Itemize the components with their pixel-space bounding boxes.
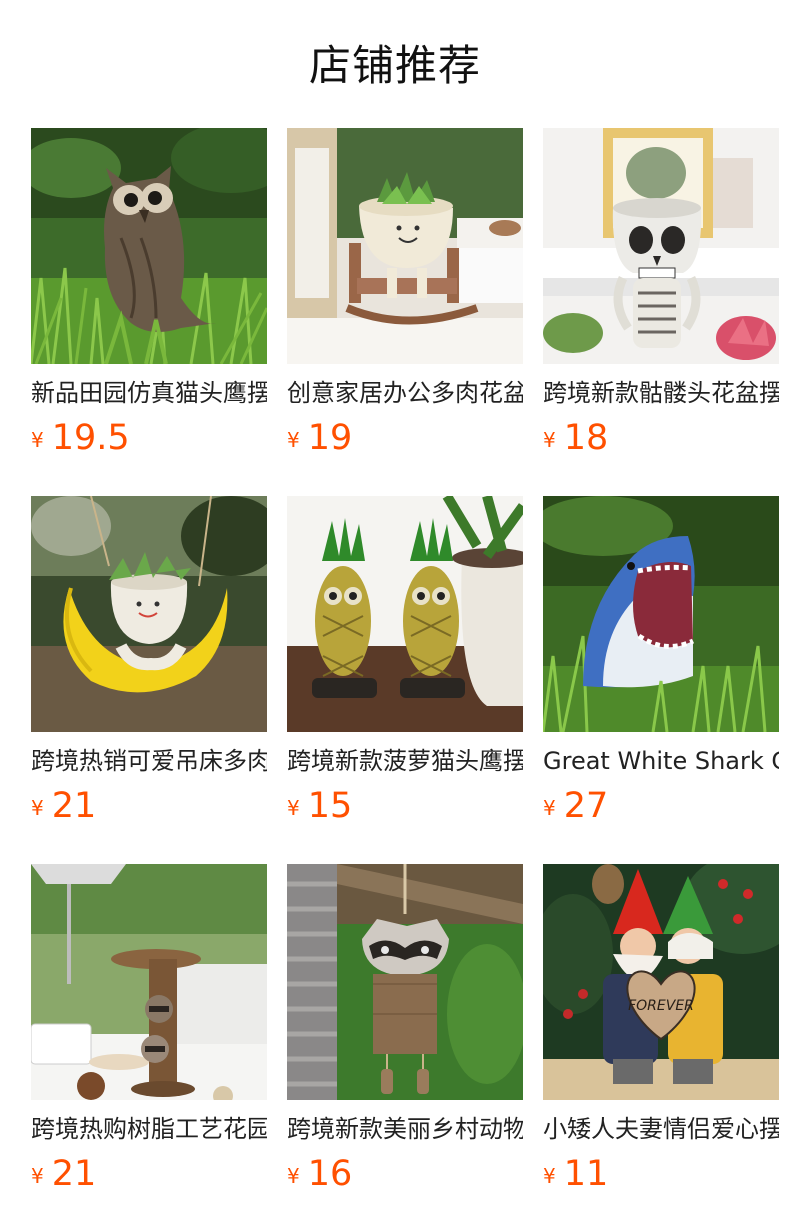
owl-statue-image (31, 128, 267, 364)
product-card[interactable]: FOREVER 小矮人夫妻情侣爱心摆件 ¥11 (543, 864, 779, 1232)
currency-symbol: ¥ (31, 796, 44, 820)
moon-hanging-planter-image (31, 496, 267, 732)
product-image[interactable] (287, 128, 523, 364)
product-image[interactable] (31, 496, 267, 732)
product-grid: 新品田园仿真猫头鹰摆件 ¥19.5 (31, 128, 779, 1232)
product-image[interactable] (287, 864, 523, 1100)
section-title: 店铺推荐 (308, 41, 481, 90)
product-price: ¥15 (287, 784, 352, 828)
pineapple-owls-image (287, 496, 523, 732)
product-card[interactable]: 创意家居办公多肉花盆 ¥19 (287, 128, 523, 496)
product-name[interactable]: Great White Shark Garden Statue (543, 744, 779, 778)
price-amount: 21 (51, 1154, 97, 1194)
product-card[interactable]: 跨境新款美丽乡村动物 ¥16 (287, 864, 523, 1232)
product-image[interactable]: FOREVER (543, 864, 779, 1100)
product-price: ¥16 (287, 1152, 352, 1196)
product-price: ¥21 (31, 784, 96, 828)
product-name[interactable]: 跨境新款菠萝猫头鹰摆件 (287, 744, 523, 778)
currency-symbol: ¥ (287, 428, 300, 452)
forever-text: FOREVER (628, 998, 694, 1014)
price-amount: 18 (563, 418, 609, 458)
product-price: ¥21 (31, 1152, 96, 1196)
product-name[interactable]: 跨境新款美丽乡村动物 (287, 1112, 523, 1146)
product-name[interactable]: 跨境热购树脂工艺花园 (31, 1112, 267, 1146)
product-image[interactable] (31, 128, 267, 364)
currency-symbol: ¥ (287, 796, 300, 820)
product-card[interactable]: 跨境热销可爱吊床多肉 ¥21 (31, 496, 267, 864)
product-name[interactable]: 小矮人夫妻情侣爱心摆件 (543, 1112, 779, 1146)
currency-symbol: ¥ (543, 796, 556, 820)
product-price: ¥11 (543, 1152, 608, 1196)
raccoon-bird-feeder-image (31, 864, 267, 1100)
product-name[interactable]: 新品田园仿真猫头鹰摆件 (31, 376, 267, 410)
product-name[interactable]: 跨境新款骷髅头花盆摆件 (543, 376, 779, 410)
price-amount: 19.5 (51, 418, 130, 458)
product-card[interactable]: 新品田园仿真猫头鹰摆件 ¥19.5 (31, 128, 267, 496)
price-amount: 27 (563, 786, 609, 826)
product-image[interactable] (287, 496, 523, 732)
currency-symbol: ¥ (31, 1164, 44, 1188)
price-amount: 15 (307, 786, 353, 826)
price-amount: 21 (51, 786, 97, 826)
rocking-chair-planter-image (287, 128, 523, 364)
product-card[interactable]: 跨境新款骷髅头花盆摆件 ¥18 (543, 128, 779, 496)
gnome-couple-image: FOREVER (543, 864, 779, 1100)
product-name[interactable]: 跨境热销可爱吊床多肉 (31, 744, 267, 778)
currency-symbol: ¥ (543, 1164, 556, 1188)
currency-symbol: ¥ (287, 1164, 300, 1188)
product-image[interactable] (31, 864, 267, 1100)
product-name[interactable]: 创意家居办公多肉花盆 (287, 376, 523, 410)
product-card[interactable]: 跨境新款菠萝猫头鹰摆件 ¥15 (287, 496, 523, 864)
currency-symbol: ¥ (543, 428, 556, 452)
product-price: ¥27 (543, 784, 608, 828)
store-recommendations-page: 店铺推荐 新品田园仿真猫头鹰摆 ¥ 19.5 创意家居办公多肉花盆 ¥ 19 跨… (0, 0, 790, 1232)
currency-symbol: ¥ (31, 428, 44, 452)
product-price: ¥19 (287, 416, 352, 460)
product-image[interactable] (543, 496, 779, 732)
skull-planter-image (543, 128, 779, 364)
price-amount: 11 (563, 1154, 609, 1194)
price-amount: 16 (307, 1154, 353, 1194)
price-amount: 19 (307, 418, 353, 458)
product-price: ¥19.5 (31, 416, 130, 460)
raccoon-wind-chime-image (287, 864, 523, 1100)
product-card[interactable]: 跨境热购树脂工艺花园 ¥21 (31, 864, 267, 1232)
product-price: ¥18 (543, 416, 608, 460)
shark-statue-image (543, 496, 779, 732)
product-image[interactable] (543, 128, 779, 364)
product-card[interactable]: Great White Shark Garden Statue ¥27 (543, 496, 779, 864)
